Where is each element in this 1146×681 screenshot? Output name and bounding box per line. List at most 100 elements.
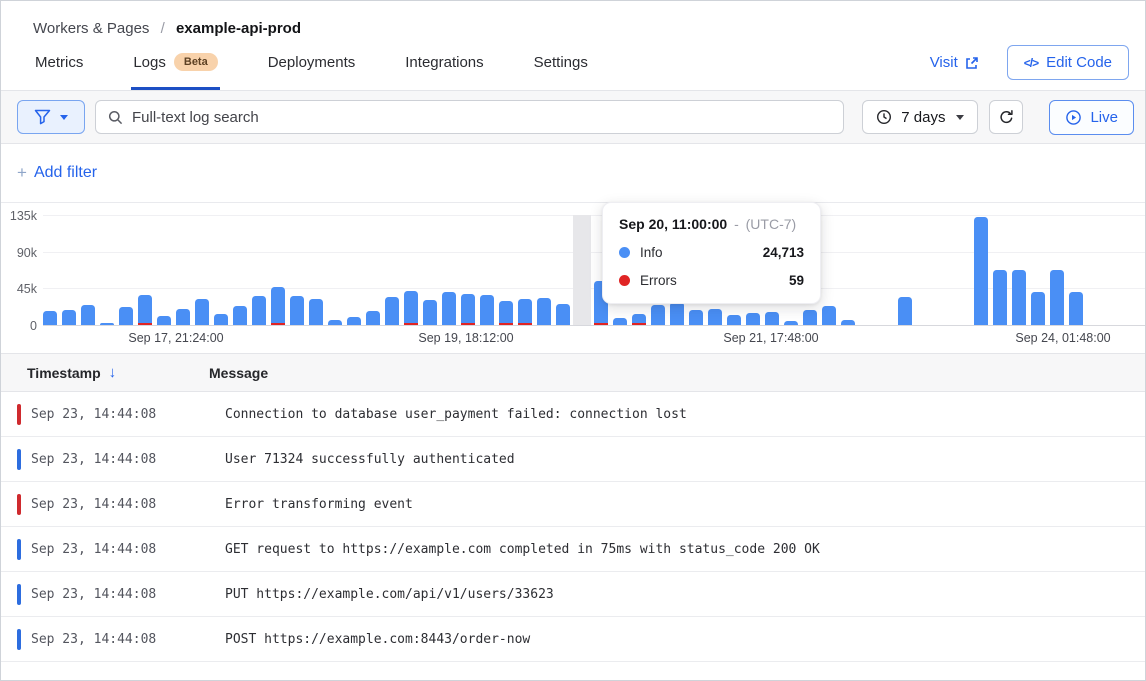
bar-info-segment (119, 307, 133, 325)
chevron-down-icon (60, 115, 68, 120)
log-volume-bar[interactable] (689, 310, 703, 325)
log-volume-bar[interactable] (385, 297, 399, 325)
timestamp-column-header[interactable]: Timestamp ↓ (1, 364, 209, 381)
severity-indicator-error (17, 404, 21, 425)
log-row[interactable]: Sep 23, 14:44:08PUT https://example.com/… (1, 572, 1145, 617)
log-volume-bar[interactable] (670, 302, 684, 325)
log-volume-bar[interactable] (803, 310, 817, 325)
log-volume-bar[interactable] (1012, 270, 1026, 325)
log-volume-bar[interactable] (461, 294, 475, 325)
x-axis-tick: Sep 24, 01:48:00 (1015, 331, 1110, 345)
log-volume-bar[interactable] (556, 304, 570, 325)
bar-errors-segment (271, 323, 285, 325)
log-volume-bar[interactable] (366, 311, 380, 325)
bar-errors-segment (632, 323, 646, 325)
severity-indicator-info (17, 584, 21, 605)
bar-info-segment (784, 321, 798, 325)
log-volume-bar[interactable] (157, 316, 171, 325)
log-table: Timestamp ↓ Message Sep 23, 14:44:08Conn… (1, 353, 1145, 662)
bar-info-segment (746, 313, 760, 325)
log-volume-bar[interactable] (290, 296, 304, 325)
tab-metrics[interactable]: Metrics (33, 54, 85, 90)
log-volume-bar[interactable] (100, 323, 114, 325)
log-volume-bar[interactable] (765, 312, 779, 325)
log-volume-bar[interactable] (480, 295, 494, 325)
bar-info-segment (1012, 270, 1026, 325)
log-volume-bar[interactable] (423, 300, 437, 325)
message-column-header: Message (209, 365, 268, 381)
log-volume-bar[interactable] (81, 305, 95, 325)
log-volume-bar[interactable] (727, 315, 741, 325)
log-row[interactable]: Sep 23, 14:44:08User 71324 successfully … (1, 437, 1145, 482)
log-volume-bar[interactable] (138, 295, 152, 325)
log-volume-bar[interactable] (822, 306, 836, 325)
log-volume-bar[interactable] (1050, 270, 1064, 325)
tab-integrations[interactable]: Integrations (403, 54, 485, 90)
log-volume-bar[interactable] (898, 297, 912, 325)
log-message: Error transforming event (225, 497, 413, 512)
log-volume-bar[interactable] (195, 299, 209, 325)
log-message: User 71324 successfully authenticated (225, 452, 515, 467)
log-volume-bar[interactable] (404, 291, 418, 325)
bar-info-segment (993, 270, 1007, 325)
log-volume-bar[interactable] (746, 313, 760, 325)
tab-settings[interactable]: Settings (532, 54, 590, 90)
log-volume-bar[interactable] (841, 320, 855, 325)
log-row[interactable]: Sep 23, 14:44:08Connection to database u… (1, 392, 1145, 437)
add-filter-button[interactable]: + Add filter (17, 163, 97, 183)
tab-deployments[interactable]: Deployments (266, 54, 358, 90)
bar-errors-segment (518, 323, 532, 325)
x-axis-tick: Sep 17, 21:24:00 (128, 331, 223, 345)
log-message: Connection to database user_payment fail… (225, 407, 687, 422)
log-volume-bar[interactable] (708, 309, 722, 325)
log-row[interactable]: Sep 23, 14:44:08Error transforming event (1, 482, 1145, 527)
log-volume-bar[interactable] (613, 318, 627, 325)
bar-info-segment (1069, 292, 1083, 325)
live-button[interactable]: Live (1049, 100, 1134, 135)
log-volume-bar[interactable] (309, 299, 323, 325)
log-volume-bar[interactable] (499, 301, 513, 325)
code-icon: </> (1024, 56, 1038, 70)
tooltip-row-errors: Errors59 (619, 273, 804, 288)
log-volume-bar[interactable] (62, 310, 76, 325)
refresh-icon (998, 109, 1015, 126)
tooltip-series-value: 59 (789, 273, 804, 288)
log-volume-bar[interactable] (43, 311, 57, 325)
edit-code-button[interactable]: </> Edit Code (1007, 45, 1129, 80)
filter-dropdown-button[interactable] (17, 100, 85, 134)
log-volume-bar[interactable] (119, 307, 133, 325)
log-volume-bar[interactable] (784, 321, 798, 325)
funnel-icon (34, 109, 51, 125)
log-volume-bar[interactable] (974, 217, 988, 325)
bar-info-segment (974, 217, 988, 325)
bar-info-segment (556, 304, 570, 325)
legend-dot-icon (619, 247, 630, 258)
visit-link[interactable]: Visit (930, 54, 979, 71)
log-volume-bar[interactable] (518, 299, 532, 325)
log-search-input[interactable] (132, 109, 831, 126)
chevron-down-icon (956, 115, 964, 120)
breadcrumb-workers-pages[interactable]: Workers & Pages (33, 20, 149, 37)
log-volume-bar[interactable] (176, 309, 190, 325)
log-volume-bar[interactable] (347, 317, 361, 325)
log-volume-bar[interactable] (1069, 292, 1083, 325)
log-volume-bar[interactable] (993, 270, 1007, 325)
log-volume-bar[interactable] (214, 314, 228, 325)
log-volume-bar[interactable] (271, 287, 285, 325)
bar-info-segment (195, 299, 209, 325)
log-volume-bar[interactable] (537, 298, 551, 325)
log-volume-bar[interactable] (233, 306, 247, 325)
log-volume-bar[interactable] (328, 320, 342, 325)
tab-logs[interactable]: LogsBeta (131, 53, 219, 90)
log-volume-bar[interactable] (1031, 292, 1045, 325)
refresh-button[interactable] (989, 100, 1023, 134)
bar-info-segment (157, 316, 171, 325)
log-volume-bar[interactable] (651, 305, 665, 325)
time-range-select[interactable]: 7 days (862, 100, 978, 134)
log-message: GET request to https://example.com compl… (225, 542, 820, 557)
log-row[interactable]: Sep 23, 14:44:08POST https://example.com… (1, 617, 1145, 662)
log-volume-bar[interactable] (632, 314, 646, 325)
log-volume-bar[interactable] (442, 292, 456, 325)
log-row[interactable]: Sep 23, 14:44:08GET request to https://e… (1, 527, 1145, 572)
log-volume-bar[interactable] (252, 296, 266, 325)
